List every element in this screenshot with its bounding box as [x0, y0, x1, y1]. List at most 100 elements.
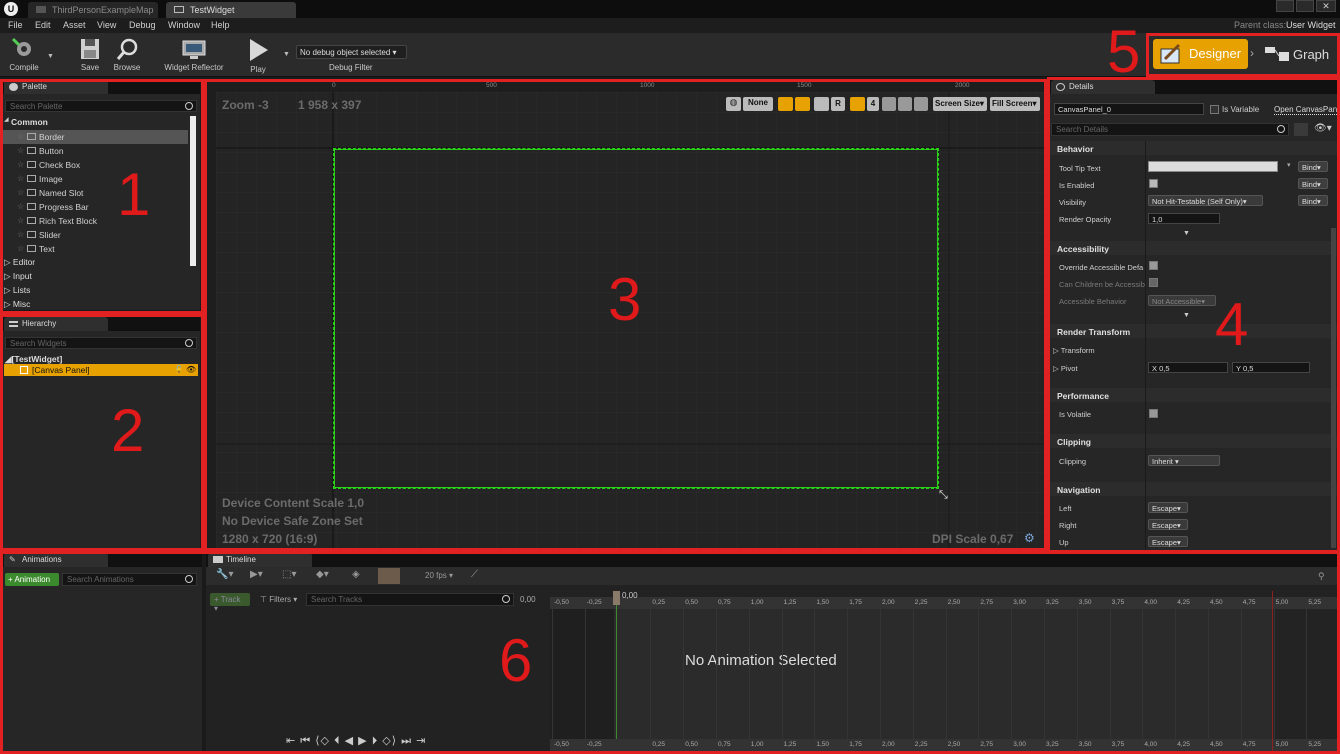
section-performance[interactable]: Performance: [1049, 388, 1338, 402]
is-volatile-checkbox[interactable]: [1149, 409, 1158, 418]
debug-object-dropdown[interactable]: No debug object selected ▾: [296, 45, 407, 59]
timeline-options-icon[interactable]: ⚲: [1318, 571, 1325, 582]
section-accessibility[interactable]: Accessibility: [1049, 241, 1338, 255]
playhead-handle[interactable]: [613, 591, 620, 605]
visibility-dropdown[interactable]: Not Hit-Testable (Self Only)▾: [1148, 195, 1263, 206]
category-input[interactable]: ▷ Input: [4, 271, 32, 282]
curve-editor-icon[interactable]: ⟋: [471, 569, 478, 580]
property-matrix-icon[interactable]: [1294, 123, 1308, 136]
selection-options-icon[interactable]: ⬚▾: [282, 569, 296, 580]
favorite-star-icon[interactable]: ☆: [17, 216, 24, 225]
tooltip-bind-button[interactable]: Bind▾: [1298, 161, 1328, 172]
play-button[interactable]: Play: [240, 35, 276, 75]
render-opacity-input[interactable]: 1,0: [1148, 213, 1220, 224]
palette-item[interactable]: ☆ Progress Bar: [2, 200, 188, 214]
palette-item[interactable]: ☆ Text: [2, 242, 188, 256]
category-editor[interactable]: ▷ Editor: [4, 257, 35, 268]
palette-item[interactable]: ☆ Slider: [2, 228, 188, 242]
step-forward-frame-icon[interactable]: ⏵: [372, 735, 379, 747]
settings-wrench-icon[interactable]: 🔧▾: [216, 569, 233, 580]
maximize-icon[interactable]: [1296, 0, 1314, 12]
resize-handle-icon[interactable]: ⤡: [939, 489, 948, 502]
widget-name-input[interactable]: CanvasPanel_0: [1054, 103, 1204, 115]
override-accessible-checkbox[interactable]: [1149, 261, 1158, 270]
is-enabled-bind-button[interactable]: Bind▾: [1298, 178, 1328, 189]
tab-hierarchy[interactable]: Hierarchy: [4, 317, 108, 331]
screen-size-dropdown[interactable]: Screen Size▾: [933, 97, 987, 111]
grid-icon[interactable]: [850, 97, 865, 111]
tracks-search-input[interactable]: Search Tracks: [306, 593, 514, 606]
pivot-y-input[interactable]: Y 0,5: [1232, 362, 1310, 373]
menu-debug[interactable]: Debug: [129, 20, 156, 30]
hierarchy-search-input[interactable]: Search Widgets: [5, 337, 197, 349]
palette-search-input[interactable]: Search Palette: [5, 100, 197, 112]
menu-view[interactable]: View: [97, 20, 116, 30]
menu-window[interactable]: Window: [168, 20, 200, 30]
favorite-star-icon[interactable]: ☆: [17, 202, 24, 211]
step-back-frame-icon[interactable]: ⏴: [334, 735, 341, 747]
play-options-chevron-icon[interactable]: ▼: [283, 51, 290, 58]
designer-mode-button[interactable]: Designer: [1153, 39, 1248, 69]
flipbook-icon[interactable]: [814, 97, 829, 111]
graph-mode-button[interactable]: Graph: [1262, 39, 1334, 69]
palette-scrollbar[interactable]: [190, 116, 196, 266]
nav-up-dropdown[interactable]: Escape▾: [1148, 536, 1188, 547]
current-time-field[interactable]: 0,00: [520, 595, 536, 604]
step-back-icon[interactable]: ⏮: [300, 735, 311, 747]
tab-palette[interactable]: Palette: [4, 80, 108, 94]
add-animation-button[interactable]: + Animation: [5, 573, 59, 586]
nav-left-dropdown[interactable]: Escape▾: [1148, 502, 1188, 513]
preview-background-icon[interactable]: [898, 97, 912, 111]
step-forward-icon[interactable]: ⏭: [401, 735, 412, 747]
is-enabled-checkbox[interactable]: [1149, 179, 1158, 188]
tab-timeline[interactable]: Timeline: [208, 553, 312, 567]
snap-grid-icon[interactable]: [778, 97, 793, 111]
fps-dropdown[interactable]: 20 fps ▾: [425, 571, 453, 580]
play-icon[interactable]: ▶: [358, 735, 367, 747]
playback-options-icon[interactable]: ▶▾: [250, 569, 263, 580]
category-misc[interactable]: ▷ Misc: [4, 299, 30, 310]
prev-key-icon[interactable]: ⟨◇: [315, 735, 330, 747]
eye-icon[interactable]: 👁: [186, 365, 196, 374]
snap-magnet-icon[interactable]: ◈: [352, 569, 360, 580]
favorite-star-icon[interactable]: ☆: [17, 244, 24, 253]
clipping-dropdown[interactable]: Inherit ▾: [1148, 455, 1220, 466]
section-navigation[interactable]: Navigation: [1049, 482, 1338, 496]
nav-right-dropdown[interactable]: Escape▾: [1148, 519, 1188, 530]
menu-file[interactable]: File: [8, 20, 23, 30]
tooltip-input[interactable]: [1148, 161, 1278, 172]
minimize-icon[interactable]: [1276, 0, 1294, 12]
is-variable-checkbox[interactable]: [1210, 105, 1219, 114]
close-icon[interactable]: ✕: [1316, 0, 1336, 12]
palette-item[interactable]: ☆ Named Slot: [2, 186, 188, 200]
save-button[interactable]: Save: [76, 35, 104, 75]
next-key-icon[interactable]: ◇⟩: [382, 735, 397, 747]
lock-layout-icon[interactable]: [795, 97, 810, 111]
section-render-transform[interactable]: Render Transform: [1049, 324, 1338, 338]
category-common[interactable]: Common: [11, 117, 48, 127]
parent-class-value[interactable]: User Widget: [1286, 20, 1336, 30]
palette-item[interactable]: ☆ Button: [2, 144, 188, 158]
animations-search-input[interactable]: Search Animations: [62, 573, 197, 586]
palette-item[interactable]: ☆ Border: [2, 130, 188, 144]
grid-size-button[interactable]: 4: [867, 97, 879, 111]
auto-key-icon[interactable]: [378, 568, 400, 584]
favorite-star-icon[interactable]: ☆: [17, 146, 24, 155]
chevron-down-icon[interactable]: ▾: [1287, 161, 1291, 169]
visibility-eye-icon[interactable]: 👁▾: [1314, 123, 1332, 134]
compile-options-chevron-icon[interactable]: ▼: [47, 53, 54, 60]
dpi-settings-gear-icon[interactable]: ⚙: [1024, 531, 1035, 545]
globe-icon[interactable]: ◍: [726, 97, 741, 111]
compile-button[interactable]: Compile: [4, 35, 44, 75]
open-canvas-panel-link[interactable]: Open CanvasPanel: [1274, 105, 1338, 115]
tab-animations[interactable]: ✎ Animations: [4, 553, 108, 567]
menu-asset[interactable]: Asset: [63, 20, 86, 30]
palette-item[interactable]: ☆ Rich Text Block: [2, 214, 188, 228]
go-to-end-icon[interactable]: ⇥: [416, 735, 426, 747]
fill-screen-dropdown[interactable]: Fill Screen▾: [990, 97, 1040, 111]
zoom-fit-icon[interactable]: [882, 97, 896, 111]
category-lists[interactable]: ▷ Lists: [4, 285, 30, 296]
prop-pivot-label[interactable]: ▷ Pivot: [1053, 364, 1078, 373]
section-behavior[interactable]: Behavior: [1049, 141, 1338, 155]
visibility-bind-button[interactable]: Bind▾: [1298, 195, 1328, 206]
